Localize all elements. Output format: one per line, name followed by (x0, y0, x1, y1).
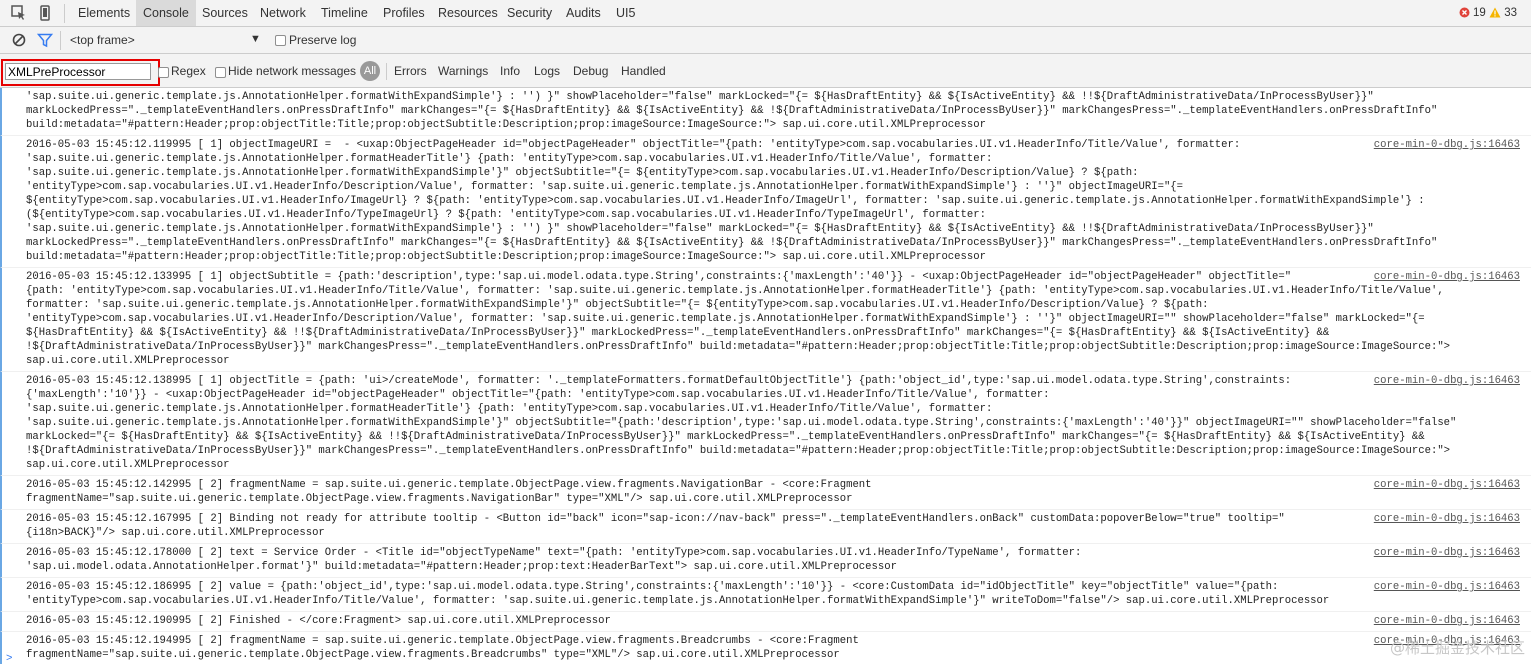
log-message[interactable]: 2016-05-03 15:45:12.142995 [ 2] fragment… (0, 476, 1531, 510)
log-message-line: fragmentName="sap.suite.ui.generic.templ… (26, 649, 840, 661)
log-message-line: 2016-05-03 15:45:12.178000 [ 2] text = S… (26, 547, 1082, 559)
log-message-line: {path: 'entityType>com.sap.vocabularies.… (26, 285, 1444, 297)
log-message[interactable]: 2016-05-03 15:45:12.138995 [ 1] objectTi… (0, 372, 1531, 476)
log-message-line: build:metadata="#pattern:Header;prop:obj… (26, 251, 986, 263)
level-divider (386, 63, 387, 80)
preserve-log-checkbox[interactable] (275, 35, 286, 46)
log-message[interactable]: 2016-05-03 15:45:12.190995 [ 2] Finished… (0, 612, 1531, 632)
log-message-line: {'maxLength':'10'}} - <uxap:ObjectPageHe… (26, 389, 1050, 401)
toolbar-divider (64, 4, 65, 23)
hide-network-checkbox[interactable] (215, 67, 226, 78)
log-message-line: 2016-05-03 15:45:12.194995 [ 2] fragment… (26, 635, 859, 647)
tab-network[interactable]: Network (253, 0, 313, 26)
tab-profiles[interactable]: Profiles (376, 0, 432, 26)
console-log[interactable]: 'sap.suite.ui.generic.template.js.Annota… (0, 88, 1531, 664)
log-source-link[interactable]: core-min-0-dbg.js:16463 (1374, 478, 1520, 492)
error-count: 19 (1473, 7, 1486, 19)
tab-sources[interactable]: Sources (195, 0, 255, 26)
tab-timeline[interactable]: Timeline (314, 0, 375, 26)
level-errors-button[interactable]: Errors (394, 64, 427, 78)
regex-label: Regex (171, 64, 206, 78)
log-message-line: sap.ui.core.util.XMLPreprocessor (26, 355, 230, 367)
error-icon (1459, 7, 1470, 18)
tab-resources[interactable]: Resources (431, 0, 505, 26)
log-source-link[interactable]: core-min-0-dbg.js:16463 (1374, 546, 1520, 560)
log-message-line: 'sap.suite.ui.generic.template.js.Annota… (26, 153, 993, 165)
log-message-line: {i18n>BACK}"/> sap.ui.core.util.XMLPrepr… (26, 527, 325, 539)
log-message-line: 2016-05-03 15:45:12.133995 [ 1] objectSu… (26, 271, 1292, 283)
dropdown-arrow-icon[interactable]: ▼ (250, 33, 261, 45)
log-message[interactable]: 2016-05-03 15:45:12.133995 [ 1] objectSu… (0, 268, 1531, 372)
log-source-link[interactable]: core-min-0-dbg.js:16463 (1374, 614, 1520, 628)
level-warnings-button[interactable]: Warnings (438, 64, 488, 78)
log-message-line: ${HasDraftEntity} && ${IsActiveEntity} &… (26, 327, 1330, 339)
log-message-line: 'entityType>com.sap.vocabularies.UI.v1.H… (26, 313, 1425, 325)
console-toolbar: <top frame> ▼ Preserve log (0, 27, 1531, 54)
console-prompt[interactable]: > (6, 652, 12, 664)
log-message-line: 'entityType>com.sap.vocabularies.UI.v1.H… (26, 181, 1184, 193)
log-message-line: formatter: 'sap.suite.ui.generic.templat… (26, 299, 1209, 311)
log-message-line: !${DraftAdministrativeData/InProcessByUs… (26, 341, 1451, 353)
log-message-line: 2016-05-03 15:45:12.142995 [ 2] fragment… (26, 479, 872, 491)
tab-ui5[interactable]: UI5 (609, 0, 642, 26)
log-message-line: 'entityType>com.sap.vocabularies.UI.v1.H… (26, 595, 1330, 607)
log-message-line: ${entityType>com.sap.vocabularies.UI.v1.… (26, 195, 1425, 207)
log-source-link[interactable]: core-min-0-dbg.js:16463 (1374, 512, 1520, 526)
log-source-link[interactable]: core-min-0-dbg.js:16463 (1374, 374, 1520, 388)
log-message[interactable]: 2016-05-03 15:45:12.178000 [ 2] text = S… (0, 544, 1531, 578)
log-message-line: 'sap.suite.ui.generic.template.js.Annota… (26, 223, 1374, 235)
log-message-line: 'sap.suite.ui.generic.template.js.Annota… (26, 403, 993, 415)
tab-security[interactable]: Security (500, 0, 559, 26)
log-message[interactable]: 2016-05-03 15:45:12.186995 [ 2] value = … (0, 578, 1531, 612)
tab-audits[interactable]: Audits (559, 0, 608, 26)
regex-checkbox[interactable] (158, 67, 169, 78)
log-message-line: 2016-05-03 15:45:12.167995 [ 2] Binding … (26, 513, 1285, 525)
log-message-line: fragmentName="sap.suite.ui.generic.templ… (26, 493, 853, 505)
log-message-line: 'sap.suite.ui.generic.template.js.Annota… (26, 91, 1374, 103)
log-message[interactable]: 2016-05-03 15:45:12.167995 [ 2] Binding … (0, 510, 1531, 544)
warning-icon (1489, 7, 1501, 18)
watermark: @稀土掘金技术社区 (1389, 639, 1525, 657)
hide-network-label: Hide network messages (228, 64, 357, 78)
clear-icon[interactable] (10, 31, 28, 49)
log-message-line: markLocked="{= ${HasDraftEntity} && ${Is… (26, 431, 1425, 443)
toolbar-divider (60, 31, 61, 50)
log-message-line: 'sap.suite.ui.generic.template.js.Annota… (26, 417, 1457, 429)
level-handled-button[interactable]: Handled (621, 64, 666, 78)
log-message-line: markLockedPress="._templateEventHandlers… (26, 105, 1438, 117)
log-message-line: 2016-05-03 15:45:12.138995 [ 1] objectTi… (26, 375, 1292, 387)
level-debug-button[interactable]: Debug (573, 64, 608, 78)
log-message-line: 2016-05-03 15:45:12.186995 [ 2] value = … (26, 581, 1279, 593)
log-message-line: 'sap.suite.ui.generic.template.js.Annota… (26, 167, 1139, 179)
warning-count: 33 (1504, 7, 1517, 19)
tab-elements[interactable]: Elements (71, 0, 137, 26)
frame-selector[interactable]: <top frame> (70, 33, 135, 47)
devtools-tabbar: Elements Console Sources Network Timeline Pro… (0, 0, 1531, 27)
level-info-button[interactable]: Info (500, 64, 520, 78)
log-message-line: markLockedPress="._templateEventHandlers… (26, 237, 1438, 249)
inspect-icon[interactable] (10, 4, 28, 22)
log-message[interactable]: 'sap.suite.ui.generic.template.js.Annota… (0, 88, 1531, 136)
level-all-button[interactable]: All (360, 61, 380, 81)
log-message-line: sap.ui.core.util.XMLPreprocessor (26, 459, 230, 471)
log-source-link[interactable]: core-min-0-dbg.js:16463 (1374, 138, 1520, 152)
level-logs-button[interactable]: Logs (534, 64, 560, 78)
log-source-link[interactable]: core-min-0-dbg.js:16463 (1374, 580, 1520, 594)
filter-icon[interactable] (36, 31, 54, 49)
log-message-line: 2016-05-03 15:45:12.190995 [ 2] Finished… (26, 615, 611, 627)
log-message-line: 2016-05-03 15:45:12.119995 [ 1] objectIm… (26, 139, 1241, 151)
log-message-line: 'sap.ui.model.odata.AnnotationHelper.for… (26, 561, 897, 573)
log-message-line: (${entityType>com.sap.vocabularies.UI.v1… (26, 209, 986, 221)
log-message[interactable]: 2016-05-03 15:45:12.194995 [ 2] fragment… (0, 632, 1531, 664)
log-message[interactable]: 2016-05-03 15:45:12.119995 [ 1] objectIm… (0, 136, 1531, 268)
device-icon[interactable] (36, 4, 54, 22)
filter-bar: Regex Hide network messages All Errors W… (0, 54, 1531, 88)
log-message-line: !${DraftAdministrativeData/InProcessByUs… (26, 445, 1451, 457)
preserve-log-label: Preserve log (289, 33, 357, 47)
log-message-line: build:metadata="#pattern:Header;prop:obj… (26, 119, 986, 131)
highlight-annotation-box (1, 59, 160, 86)
log-source-link[interactable]: core-min-0-dbg.js:16463 (1374, 270, 1520, 284)
tab-console[interactable]: Console (136, 0, 196, 26)
issue-counters[interactable]: 19 33 (1459, 7, 1517, 19)
